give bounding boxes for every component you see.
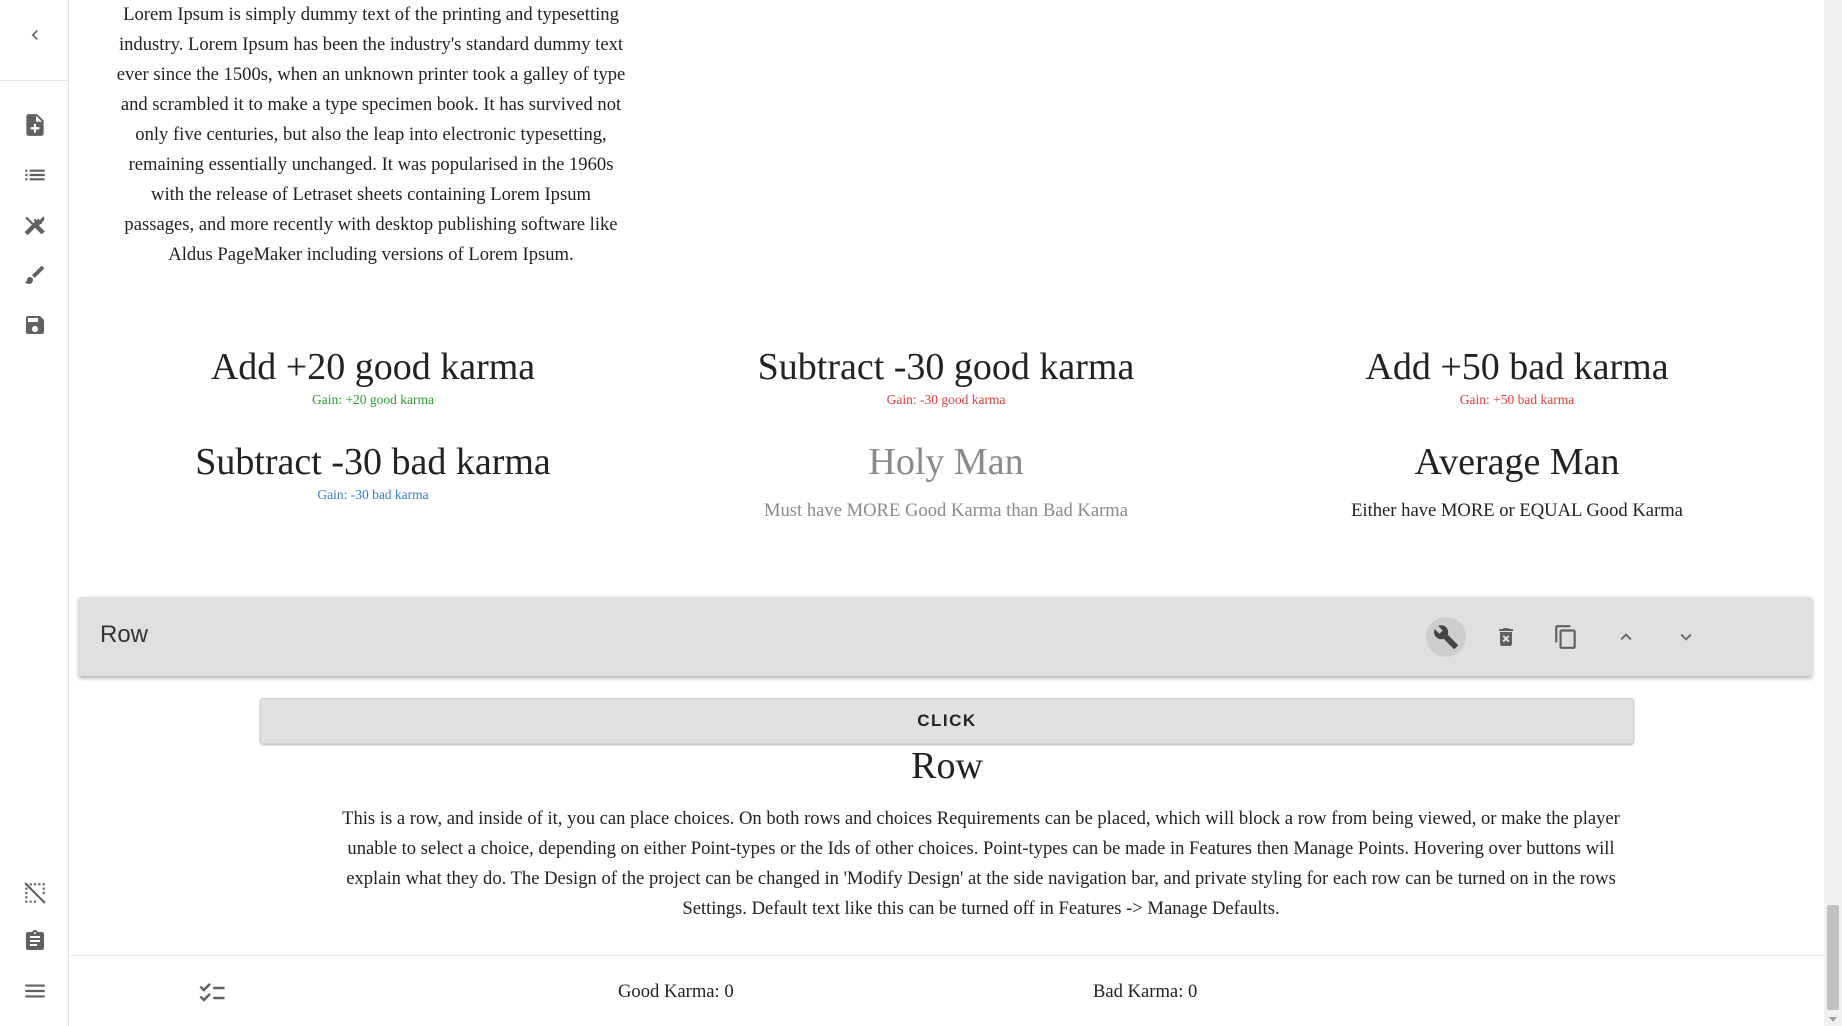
new-file-icon[interactable] — [20, 110, 50, 140]
sidebar-nav — [0, 0, 69, 1026]
grid-off-icon[interactable] — [20, 878, 50, 908]
scrollbar-thumb[interactable] — [1827, 905, 1839, 1010]
choice-gain: Gain: -30 good karma — [886, 392, 1006, 407]
menu-icon[interactable] — [20, 976, 50, 1006]
choice-subtract-bad-karma[interactable]: Subtract -30 bad karma Gain: -30 bad kar… — [113, 440, 633, 504]
chevron-down-icon[interactable] — [1666, 617, 1706, 657]
main-content: Lorem Ipsum is simply dummy text of the … — [70, 0, 1824, 955]
points-bar: Good Karma: 0 Bad Karma: 0 — [70, 955, 1824, 1026]
scroll-down-arrow-icon[interactable] — [1829, 1017, 1837, 1022]
choice-gain: Gain: +50 bad karma — [1459, 392, 1575, 407]
choice-title: Holy Man — [868, 441, 1024, 483]
checklist-icon[interactable] — [195, 978, 229, 1008]
chevron-up-icon[interactable] — [1606, 617, 1646, 657]
sidebar-divider — [0, 80, 69, 81]
row-description: This is a row, and inside of it, you can… — [342, 808, 1620, 919]
wrench-icon[interactable] — [1426, 617, 1466, 657]
row-toolbar-label: Row — [100, 621, 149, 648]
good-karma-points: Good Karma: 0 — [618, 981, 734, 1002]
choice-title: Average Man — [1414, 441, 1620, 483]
choice-add-good-karma[interactable]: Add +20 good karma Gain: +20 good karma — [113, 345, 633, 409]
row-toolbar: Row — [79, 597, 1812, 676]
copy-icon[interactable] — [1546, 617, 1586, 657]
choice-add-bad-karma[interactable]: Add +50 bad karma Gain: +50 bad karma — [1257, 345, 1777, 409]
clipboard-icon[interactable] — [20, 926, 50, 956]
list-icon[interactable] — [20, 160, 50, 190]
choice-subtract-good-karma[interactable]: Subtract -30 good karma Gain: -30 good k… — [686, 345, 1206, 409]
bad-karma-points: Bad Karma: 0 — [1093, 981, 1198, 1002]
intro-text: Lorem Ipsum is simply dummy text of the … — [116, 4, 626, 265]
choice-holy-man[interactable]: Holy Man Must have MORE Good Karma than … — [686, 440, 1206, 524]
row-title: Row — [911, 745, 983, 787]
back-icon[interactable] — [20, 20, 50, 50]
choice-average-man[interactable]: Average Man Either have MORE or EQUAL Go… — [1257, 440, 1777, 524]
delete-icon[interactable] — [1486, 617, 1526, 657]
click-button[interactable]: CLICK — [260, 698, 1634, 744]
choice-gain: Gain: +20 good karma — [312, 392, 434, 407]
choice-requirement: Must have MORE Good Karma than Bad Karma — [763, 500, 1129, 521]
choice-title: Add +50 bad karma — [1365, 346, 1669, 388]
tools-icon[interactable] — [20, 210, 50, 240]
brush-icon[interactable] — [20, 260, 50, 290]
scrollbar[interactable] — [1824, 0, 1842, 1026]
choice-requirement: Either have MORE or EQUAL Good Karma — [1351, 500, 1683, 521]
choice-title: Subtract -30 bad karma — [195, 441, 551, 483]
choice-gain: Gain: -30 bad karma — [317, 487, 429, 502]
save-icon[interactable] — [20, 310, 50, 340]
choice-title: Add +20 good karma — [210, 346, 536, 388]
choice-title: Subtract -30 good karma — [757, 346, 1135, 388]
